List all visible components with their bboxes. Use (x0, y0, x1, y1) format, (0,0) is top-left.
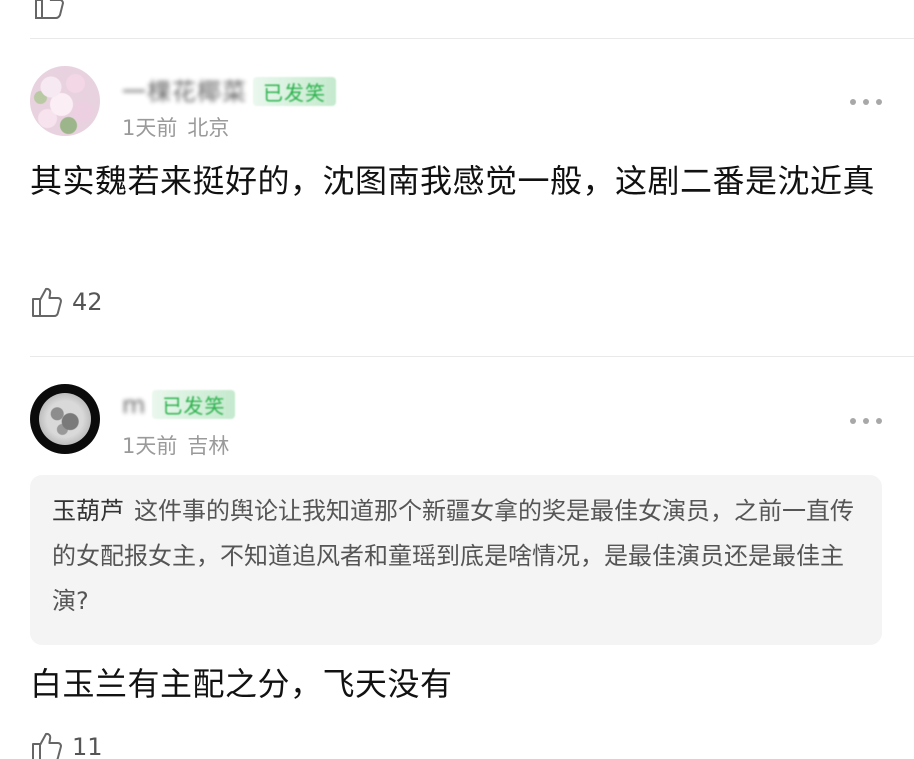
thumbs-up-icon (32, 732, 62, 759)
username-text: 一棵花椰菜 (122, 78, 247, 106)
previous-like-icon[interactable] (32, 0, 66, 19)
comment-time: 1天前 (122, 434, 178, 458)
username-text: m (122, 391, 147, 419)
comment-time: 1天前 (122, 116, 178, 140)
comment-body: 白玉兰有主配之分，飞天没有 (30, 665, 453, 703)
quoted-reply[interactable]: 玉葫芦 这件事的舆论让我知道那个新疆女拿的奖是最佳女演员，之前一直传的女配报女主，… (30, 475, 882, 645)
more-dots-icon[interactable] (850, 98, 882, 106)
username[interactable]: 一棵花椰菜 已发笑 (122, 72, 336, 107)
comment-location: 吉林 (187, 434, 230, 458)
comment-meta: 1天前 北京 (122, 112, 229, 142)
like-count: 42 (72, 288, 103, 316)
moon-image (39, 393, 91, 445)
thumbs-up-icon (32, 287, 62, 317)
divider (30, 38, 914, 39)
quote-author: 玉葫芦 (52, 497, 124, 525)
comment-body: 其实魏若来挺好的，沈图南我感觉一般，这剧二番是沈近真 (30, 162, 876, 200)
like-count: 11 (72, 733, 103, 759)
status-badge: 已发笑 (152, 390, 236, 419)
comment-meta: 1天前 吉林 (122, 430, 229, 460)
divider (30, 356, 914, 357)
avatar[interactable] (30, 384, 100, 454)
quote-text: 这件事的舆论让我知道那个新疆女拿的奖是最佳女演员，之前一直传的女配报女主，不知道… (52, 497, 854, 615)
like-button[interactable]: 11 (30, 730, 103, 759)
avatar[interactable] (30, 66, 100, 136)
status-badge: 已发笑 (253, 77, 336, 106)
comment-location: 北京 (187, 116, 230, 140)
username[interactable]: m 已发笑 (122, 390, 236, 419)
comment-feed: 一棵花椰菜 已发笑 1天前 北京 其实魏若来挺好的，沈图南我感觉一般，这剧二番是沈近… (0, 0, 914, 759)
more-dots-icon[interactable] (850, 417, 882, 425)
like-button[interactable]: 42 (30, 285, 103, 319)
